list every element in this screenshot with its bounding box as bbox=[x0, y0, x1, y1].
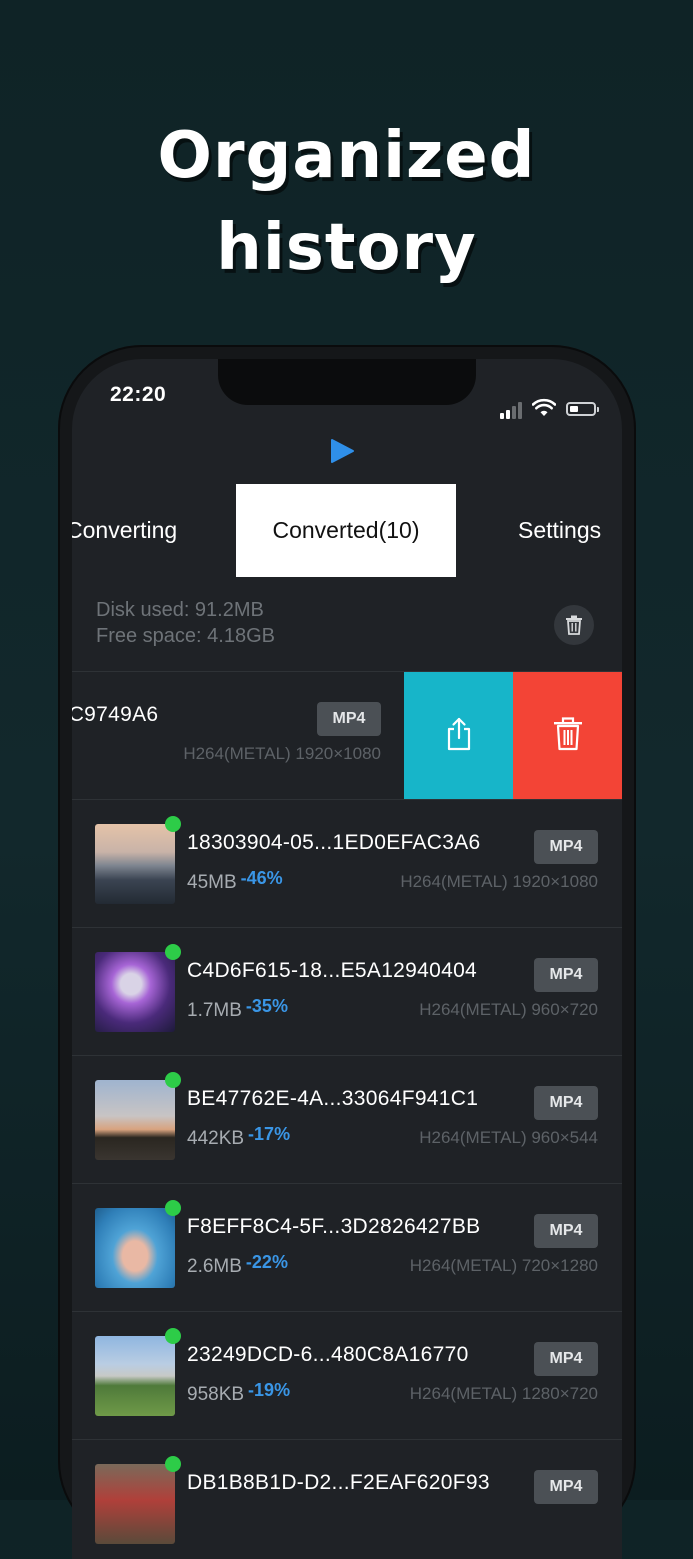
status-dot bbox=[165, 1072, 181, 1088]
file-size: 2.6MB -22% bbox=[187, 1252, 288, 1278]
file-row-content[interactable]: 23249DCD-6...480C8A16770 958KB -19% MP4 H… bbox=[72, 1312, 622, 1440]
file-size: 45MB -46% bbox=[187, 868, 283, 894]
headline-line-2: history bbox=[216, 211, 477, 285]
codec-resolution: H264(METAL) 960×720 bbox=[419, 1000, 598, 1019]
format-badge: MP4 bbox=[534, 1470, 598, 1504]
phone-frame: 22:20 Converting Converted(10) Settings bbox=[58, 345, 636, 1559]
format-badge: MP4 bbox=[534, 1214, 598, 1248]
file-row-content[interactable]: 9-81...F95C9749A6 % MP4 H264(METAL) 1920… bbox=[72, 672, 405, 800]
file-size: 1.7MB -35% bbox=[187, 996, 288, 1022]
list-item[interactable]: 18303904-05...1ED0EFAC3A6 45MB -46% MP4 H… bbox=[72, 799, 622, 927]
format-badge: MP4 bbox=[534, 830, 598, 864]
cellular-signal-icon bbox=[500, 401, 526, 419]
trash-icon bbox=[566, 615, 582, 635]
compression-percent: -19% bbox=[248, 1380, 291, 1400]
clear-all-button[interactable] bbox=[554, 605, 594, 645]
file-name: BE47762E-4A...33064F941C1 bbox=[187, 1087, 479, 1110]
format-badge: MP4 bbox=[534, 1086, 598, 1120]
codec-resolution: H264(METAL) 1920×1080 bbox=[400, 872, 598, 891]
list-item[interactable]: BE47762E-4A...33064F941C1 442KB -17% MP4 … bbox=[72, 1055, 622, 1183]
play-logo-icon bbox=[331, 439, 354, 463]
tab-bar: Converting Converted(10) Settings bbox=[72, 484, 622, 577]
video-thumbnail bbox=[95, 824, 175, 904]
file-row-content[interactable]: F8EFF8C4-5F...3D2826427BB 2.6MB -22% MP4 … bbox=[72, 1184, 622, 1312]
list-item[interactable]: DB1B8B1D-D2...F2EAF620F93 MP4 bbox=[72, 1439, 622, 1559]
file-name: 18303904-05...1ED0EFAC3A6 bbox=[187, 831, 481, 854]
status-time: 22:20 bbox=[110, 383, 167, 406]
wifi-icon bbox=[532, 398, 556, 416]
file-size-value: 958KB bbox=[187, 1384, 245, 1405]
delete-button[interactable] bbox=[513, 672, 622, 800]
status-dot bbox=[165, 816, 181, 832]
file-row-content[interactable]: C4D6F615-18...E5A12940404 1.7MB -35% MP4 … bbox=[72, 928, 622, 1056]
disk-used-label: Disk used: 91.2MB bbox=[96, 599, 264, 621]
video-thumbnail bbox=[95, 1336, 175, 1416]
codec-resolution: H264(METAL) 1920×1080 bbox=[183, 744, 381, 763]
video-thumbnail bbox=[95, 1080, 175, 1160]
status-dot bbox=[165, 1200, 181, 1216]
tab-converting[interactable]: Converting bbox=[72, 484, 177, 577]
codec-resolution: H264(METAL) 960×544 bbox=[419, 1128, 598, 1147]
share-icon bbox=[447, 717, 471, 751]
storage-info: Disk used: 91.2MB Free space: 4.18GB bbox=[72, 589, 622, 671]
status-dot bbox=[165, 1456, 181, 1472]
compression-percent: -46% bbox=[240, 868, 283, 888]
free-space-label: Free space: 4.18GB bbox=[96, 625, 275, 647]
battery-icon bbox=[566, 402, 599, 416]
file-size-value: 45MB bbox=[187, 872, 237, 893]
share-button[interactable] bbox=[404, 672, 513, 800]
status-dot bbox=[165, 1328, 181, 1344]
file-row-content[interactable]: 18303904-05...1ED0EFAC3A6 45MB -46% MP4 H… bbox=[72, 800, 622, 928]
file-size-value: 1.7MB bbox=[187, 1000, 242, 1021]
codec-resolution: H264(METAL) 720×1280 bbox=[409, 1256, 598, 1275]
tab-settings[interactable]: Settings bbox=[518, 484, 601, 577]
video-thumbnail bbox=[95, 1208, 175, 1288]
file-name: 9-81...F95C9749A6 bbox=[72, 703, 159, 726]
format-badge: MP4 bbox=[534, 958, 598, 992]
notch bbox=[218, 359, 476, 405]
phone-screen: 22:20 Converting Converted(10) Settings bbox=[72, 359, 622, 1559]
list-item[interactable]: C4D6F615-18...E5A12940404 1.7MB -35% MP4 … bbox=[72, 927, 622, 1055]
file-size-value: 442KB bbox=[187, 1128, 245, 1149]
format-badge: MP4 bbox=[317, 702, 381, 736]
list-item[interactable]: F8EFF8C4-5F...3D2826427BB 2.6MB -22% MP4 … bbox=[72, 1183, 622, 1311]
file-size: 958KB -19% bbox=[187, 1380, 290, 1406]
file-name: 23249DCD-6...480C8A16770 bbox=[187, 1343, 469, 1366]
format-badge: MP4 bbox=[534, 1342, 598, 1376]
file-size-value: 2.6MB bbox=[187, 1256, 242, 1277]
status-dot bbox=[165, 944, 181, 960]
tab-converted[interactable]: Converted(10) bbox=[236, 484, 456, 577]
compression-percent: -35% bbox=[245, 996, 288, 1016]
file-name: C4D6F615-18...E5A12940404 bbox=[187, 959, 478, 982]
file-name: F8EFF8C4-5F...3D2826427BB bbox=[187, 1215, 481, 1238]
file-row-content[interactable]: BE47762E-4A...33064F941C1 442KB -17% MP4 … bbox=[72, 1056, 622, 1184]
file-size: 442KB -17% bbox=[187, 1124, 290, 1150]
compression-percent: -22% bbox=[245, 1252, 288, 1272]
codec-resolution: H264(METAL) 1280×720 bbox=[409, 1384, 598, 1403]
headline-line-1: Organized bbox=[157, 119, 536, 193]
trash-icon bbox=[554, 717, 582, 751]
file-name: DB1B8B1D-D2...F2EAF620F93 bbox=[187, 1471, 490, 1494]
headline: Organized history bbox=[0, 110, 693, 294]
list-item[interactable]: 9-81...F95C9749A6 % MP4 H264(METAL) 1920… bbox=[72, 671, 622, 800]
video-thumbnail bbox=[95, 952, 175, 1032]
video-thumbnail bbox=[95, 1464, 175, 1544]
compression-percent: -17% bbox=[248, 1124, 291, 1144]
list-item[interactable]: 23249DCD-6...480C8A16770 958KB -19% MP4 H… bbox=[72, 1311, 622, 1439]
